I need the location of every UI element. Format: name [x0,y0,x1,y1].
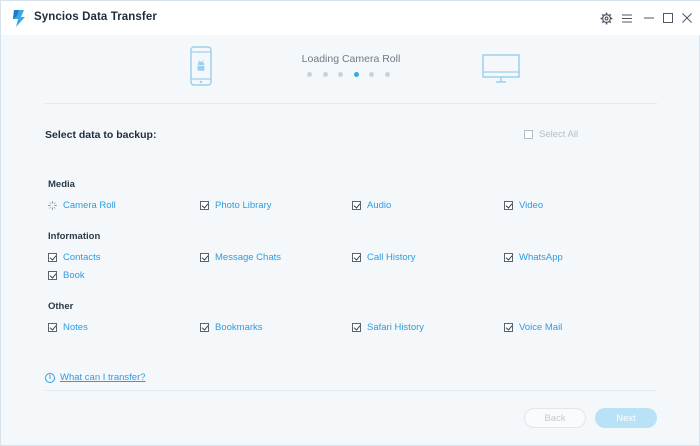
item-message-chats[interactable]: Message Chats [200,252,281,263]
backup-heading: Select data to backup: [45,129,157,141]
item-label: Bookmarks [215,322,263,333]
item-label: Safari History [367,322,425,333]
item-label: WhatsApp [519,252,563,263]
back-button[interactable]: Back [524,408,586,428]
progress-dots [307,72,390,78]
transfer-progress: Loading Camera Roll [1,35,700,105]
minimize-icon [644,17,654,19]
item-call-history[interactable]: Call History [352,252,416,263]
monitor-icon [482,54,520,83]
progress-dot [384,72,390,77]
app-title: Syncios Data Transfer [34,11,157,23]
next-button[interactable]: Next [595,408,657,428]
title-bar: Syncios Data Transfer [1,1,700,35]
item-bookmarks[interactable]: Bookmarks [200,322,263,333]
checkbox-icon [48,253,57,262]
item-label: Notes [63,322,88,333]
checkbox-icon [200,323,209,332]
group-title-media: Media [48,179,75,190]
info-icon: i [45,372,55,383]
checkbox-icon [504,201,513,210]
menu-button[interactable] [619,10,635,26]
checkbox-icon [200,201,209,210]
progress-dot [338,72,343,77]
checkbox-icon [352,201,361,210]
item-camera-roll[interactable]: Camera Roll [48,200,116,211]
help-link-label: What can I transfer? [60,372,146,383]
maximize-icon [663,13,673,23]
close-button[interactable] [679,10,695,26]
item-audio[interactable]: Audio [352,200,391,211]
item-notes[interactable]: Notes [48,322,88,333]
progress-dot-active [353,72,359,77]
progress-dot [307,72,312,77]
syncios-logo-icon [13,10,25,27]
item-label: Photo Library [215,200,272,211]
menu-icon [622,14,632,22]
settings-button[interactable] [598,10,614,26]
item-label: Camera Roll [63,200,116,211]
gear-icon [600,12,612,24]
progress-dot [369,72,374,77]
checkbox-icon [504,323,513,332]
select-all-label: Select All [539,129,579,140]
checkbox-icon [352,253,361,262]
checkbox-icon [200,253,209,262]
close-icon [682,13,692,23]
android-phone-icon [190,46,212,86]
minimize-button[interactable] [641,10,657,26]
app-window: Syncios Data Transfer Loading Camera Rol… [0,0,700,446]
item-photo-library[interactable]: Photo Library [200,200,272,211]
item-label: Video [519,200,544,211]
checkbox-icon [352,323,361,332]
item-voice-mail[interactable]: Voice Mail [504,322,562,333]
item-label: Voice Mail [519,322,563,333]
checkbox-icon [524,130,533,139]
progress-dot [322,72,328,77]
item-video[interactable]: Video [504,200,543,211]
select-all-checkbox[interactable]: Select All [524,129,578,140]
checkbox-icon [504,253,513,262]
group-title-other: Other [48,301,74,312]
loading-status: Loading Camera Roll [301,53,401,65]
item-book[interactable]: Book [48,270,85,281]
item-label: Message Chats [215,252,282,263]
item-label: Book [63,270,85,281]
group-title-information: Information [48,231,101,242]
item-label: Contacts [63,252,101,263]
item-whatsapp[interactable]: WhatsApp [504,252,563,263]
item-safari-history[interactable]: Safari History [352,322,424,333]
item-label: Call History [367,252,416,263]
maximize-button[interactable] [660,10,676,26]
checkbox-icon [48,271,57,280]
spinner-icon [48,201,57,210]
checkbox-icon [48,323,57,332]
item-label: Audio [367,200,392,211]
item-contacts[interactable]: Contacts [48,252,101,263]
divider [45,390,657,391]
divider [45,103,657,104]
help-link[interactable]: i What can I transfer? [45,372,146,383]
